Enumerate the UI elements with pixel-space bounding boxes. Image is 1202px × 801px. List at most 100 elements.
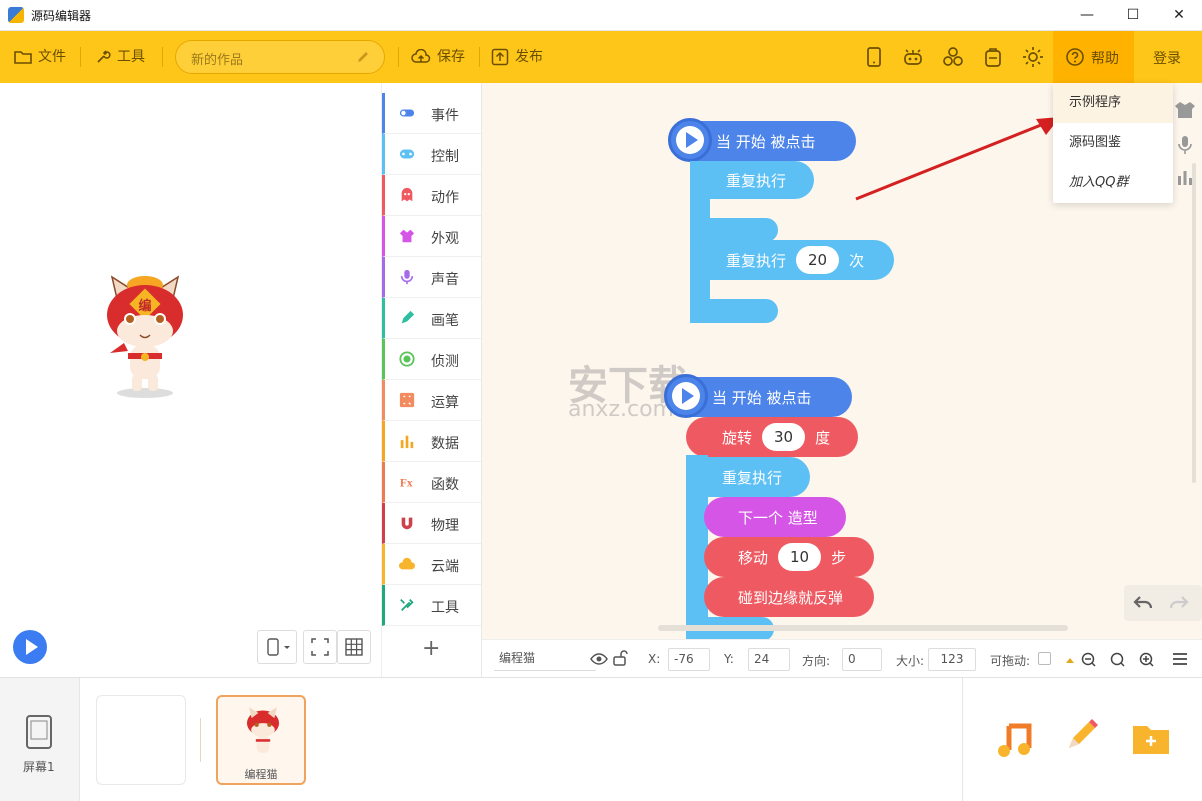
pencil-icon[interactable]: [1061, 718, 1101, 758]
category-motion[interactable]: 动作: [382, 175, 481, 216]
category-control[interactable]: 控制: [382, 134, 481, 175]
category-label: 物理: [431, 518, 459, 534]
category-pen[interactable]: 画笔: [382, 298, 481, 339]
category-sensing[interactable]: 侦测: [382, 339, 481, 380]
bounce-block[interactable]: 碰到边缘就反弹: [704, 577, 874, 617]
extensions-icon[interactable]: [941, 45, 965, 69]
category-functions[interactable]: Fx 函数: [382, 462, 481, 503]
screen-selector[interactable]: 屏幕1: [0, 678, 80, 801]
repeat-forever-block[interactable]: 重复执行: [690, 161, 814, 199]
minimize-button[interactable]: —: [1064, 0, 1110, 31]
horizontal-scrollbar[interactable]: [658, 625, 1068, 631]
rotate-value-input[interactable]: 30: [762, 423, 806, 451]
settings-icon[interactable]: [1021, 45, 1045, 69]
grid-button[interactable]: [337, 630, 371, 664]
background-slot[interactable]: [96, 695, 186, 785]
draggable-checkbox[interactable]: [1038, 652, 1051, 665]
close-button[interactable]: ✕: [1156, 0, 1202, 31]
tools-menu[interactable]: 工具: [95, 31, 145, 83]
cloud-icon: [399, 557, 415, 570]
category-sound[interactable]: 声音: [382, 257, 481, 298]
project-name-text: 新的作品: [191, 53, 244, 68]
motion-icon: [401, 187, 413, 202]
flag-icon: [664, 374, 708, 418]
category-tools[interactable]: 工具: [382, 585, 481, 626]
bar-chart-icon[interactable]: [1176, 168, 1194, 186]
block-label: 当 开始 被点击: [712, 388, 812, 407]
sprite-label: 编程猫: [244, 768, 278, 781]
vertical-scrollbar[interactable]: [1192, 163, 1196, 483]
direction-label: 方向:: [802, 654, 831, 668]
window-title: 源码编辑器: [31, 9, 92, 23]
login-button[interactable]: 登录: [1153, 48, 1181, 68]
folder-icon: [14, 51, 32, 64]
category-event[interactable]: 事件: [382, 93, 481, 134]
direction-input[interactable]: 0: [842, 648, 882, 671]
robot-icon[interactable]: [901, 45, 925, 69]
run-button[interactable]: [13, 630, 47, 664]
menu-icon[interactable]: [1172, 652, 1188, 666]
help-label: 帮助: [1091, 51, 1119, 67]
pen-icon: [401, 310, 415, 324]
publish-button[interactable]: 发布: [491, 31, 543, 83]
move-value-input[interactable]: 10: [778, 543, 822, 571]
category-looks[interactable]: 外观: [382, 216, 481, 257]
phone-icon[interactable]: [862, 45, 886, 69]
block-unit: 次: [849, 251, 865, 270]
add-extension-button[interactable]: +: [422, 636, 440, 661]
device-select[interactable]: [257, 630, 297, 664]
block-label: 重复执行: [726, 251, 787, 270]
x-input[interactable]: -76: [668, 648, 710, 671]
save-button[interactable]: 保存: [411, 31, 465, 83]
draggable-label: 可拖动:: [990, 654, 1031, 668]
move-block[interactable]: 移动 10 步: [704, 537, 874, 577]
microphone-icon[interactable]: [1176, 134, 1194, 156]
sprite-name-input[interactable]: 编程猫: [494, 648, 596, 671]
eye-icon[interactable]: [590, 652, 608, 666]
sprite-card-selected[interactable]: 编程猫: [216, 695, 306, 785]
coding-cat-sprite[interactable]: 编: [100, 271, 190, 401]
stage[interactable]: 编: [0, 83, 382, 677]
block-unit: 步: [831, 548, 847, 567]
add-folder-icon[interactable]: [1131, 720, 1171, 756]
category-operators[interactable]: 运算: [382, 380, 481, 421]
project-name-input[interactable]: 新的作品: [175, 40, 385, 74]
menu-item-qq-group[interactable]: 加入QQ群: [1053, 163, 1173, 203]
repeat-block-footer: [690, 299, 778, 323]
tools-label: 工具: [117, 49, 145, 65]
unlock-icon[interactable]: [612, 650, 628, 666]
fullscreen-button[interactable]: [303, 630, 337, 664]
repeat-forever-block[interactable]: 重复执行: [686, 457, 810, 497]
redo-icon[interactable]: [1168, 593, 1190, 613]
category-label: 数据: [431, 436, 459, 452]
music-icon[interactable]: [995, 720, 1035, 760]
menu-item-examples[interactable]: 示例程序: [1053, 83, 1173, 123]
category-data[interactable]: 数据: [382, 421, 481, 462]
repeat-count-input[interactable]: 20: [796, 246, 840, 274]
divider: [162, 47, 163, 67]
category-label: 声音: [431, 272, 459, 288]
undo-icon[interactable]: [1132, 593, 1154, 613]
category-cloud[interactable]: 云端: [382, 544, 481, 585]
y-label: Y:: [724, 652, 734, 666]
physics-icon: [401, 517, 413, 530]
category-physics[interactable]: 物理: [382, 503, 481, 544]
coding-cat-thumbnail: [246, 707, 280, 753]
help-button[interactable]: 帮助: [1053, 31, 1134, 83]
sound-icon: [400, 269, 414, 285]
undo-redo-group: [1124, 585, 1202, 621]
repeat-n-block[interactable]: 重复执行 20 次: [690, 240, 894, 280]
publish-label: 发布: [515, 49, 543, 65]
maximize-button[interactable]: ☐: [1110, 0, 1156, 31]
y-input[interactable]: 24: [748, 648, 790, 671]
watermark: 安下载 anxz.com: [492, 353, 688, 422]
next-costume-block[interactable]: 下一个 造型: [704, 497, 846, 537]
block-label: 碰到边缘就反弹: [738, 588, 844, 607]
backpack-icon[interactable]: [981, 45, 1005, 69]
menu-item-guide[interactable]: 源码图鉴: [1053, 123, 1173, 163]
rotate-block[interactable]: 旋转 30 度: [686, 417, 858, 457]
save-label: 保存: [437, 49, 465, 65]
file-menu[interactable]: 文件: [14, 31, 66, 83]
size-input[interactable]: 123: [928, 648, 976, 671]
tshirt-icon[interactable]: [1174, 100, 1196, 120]
